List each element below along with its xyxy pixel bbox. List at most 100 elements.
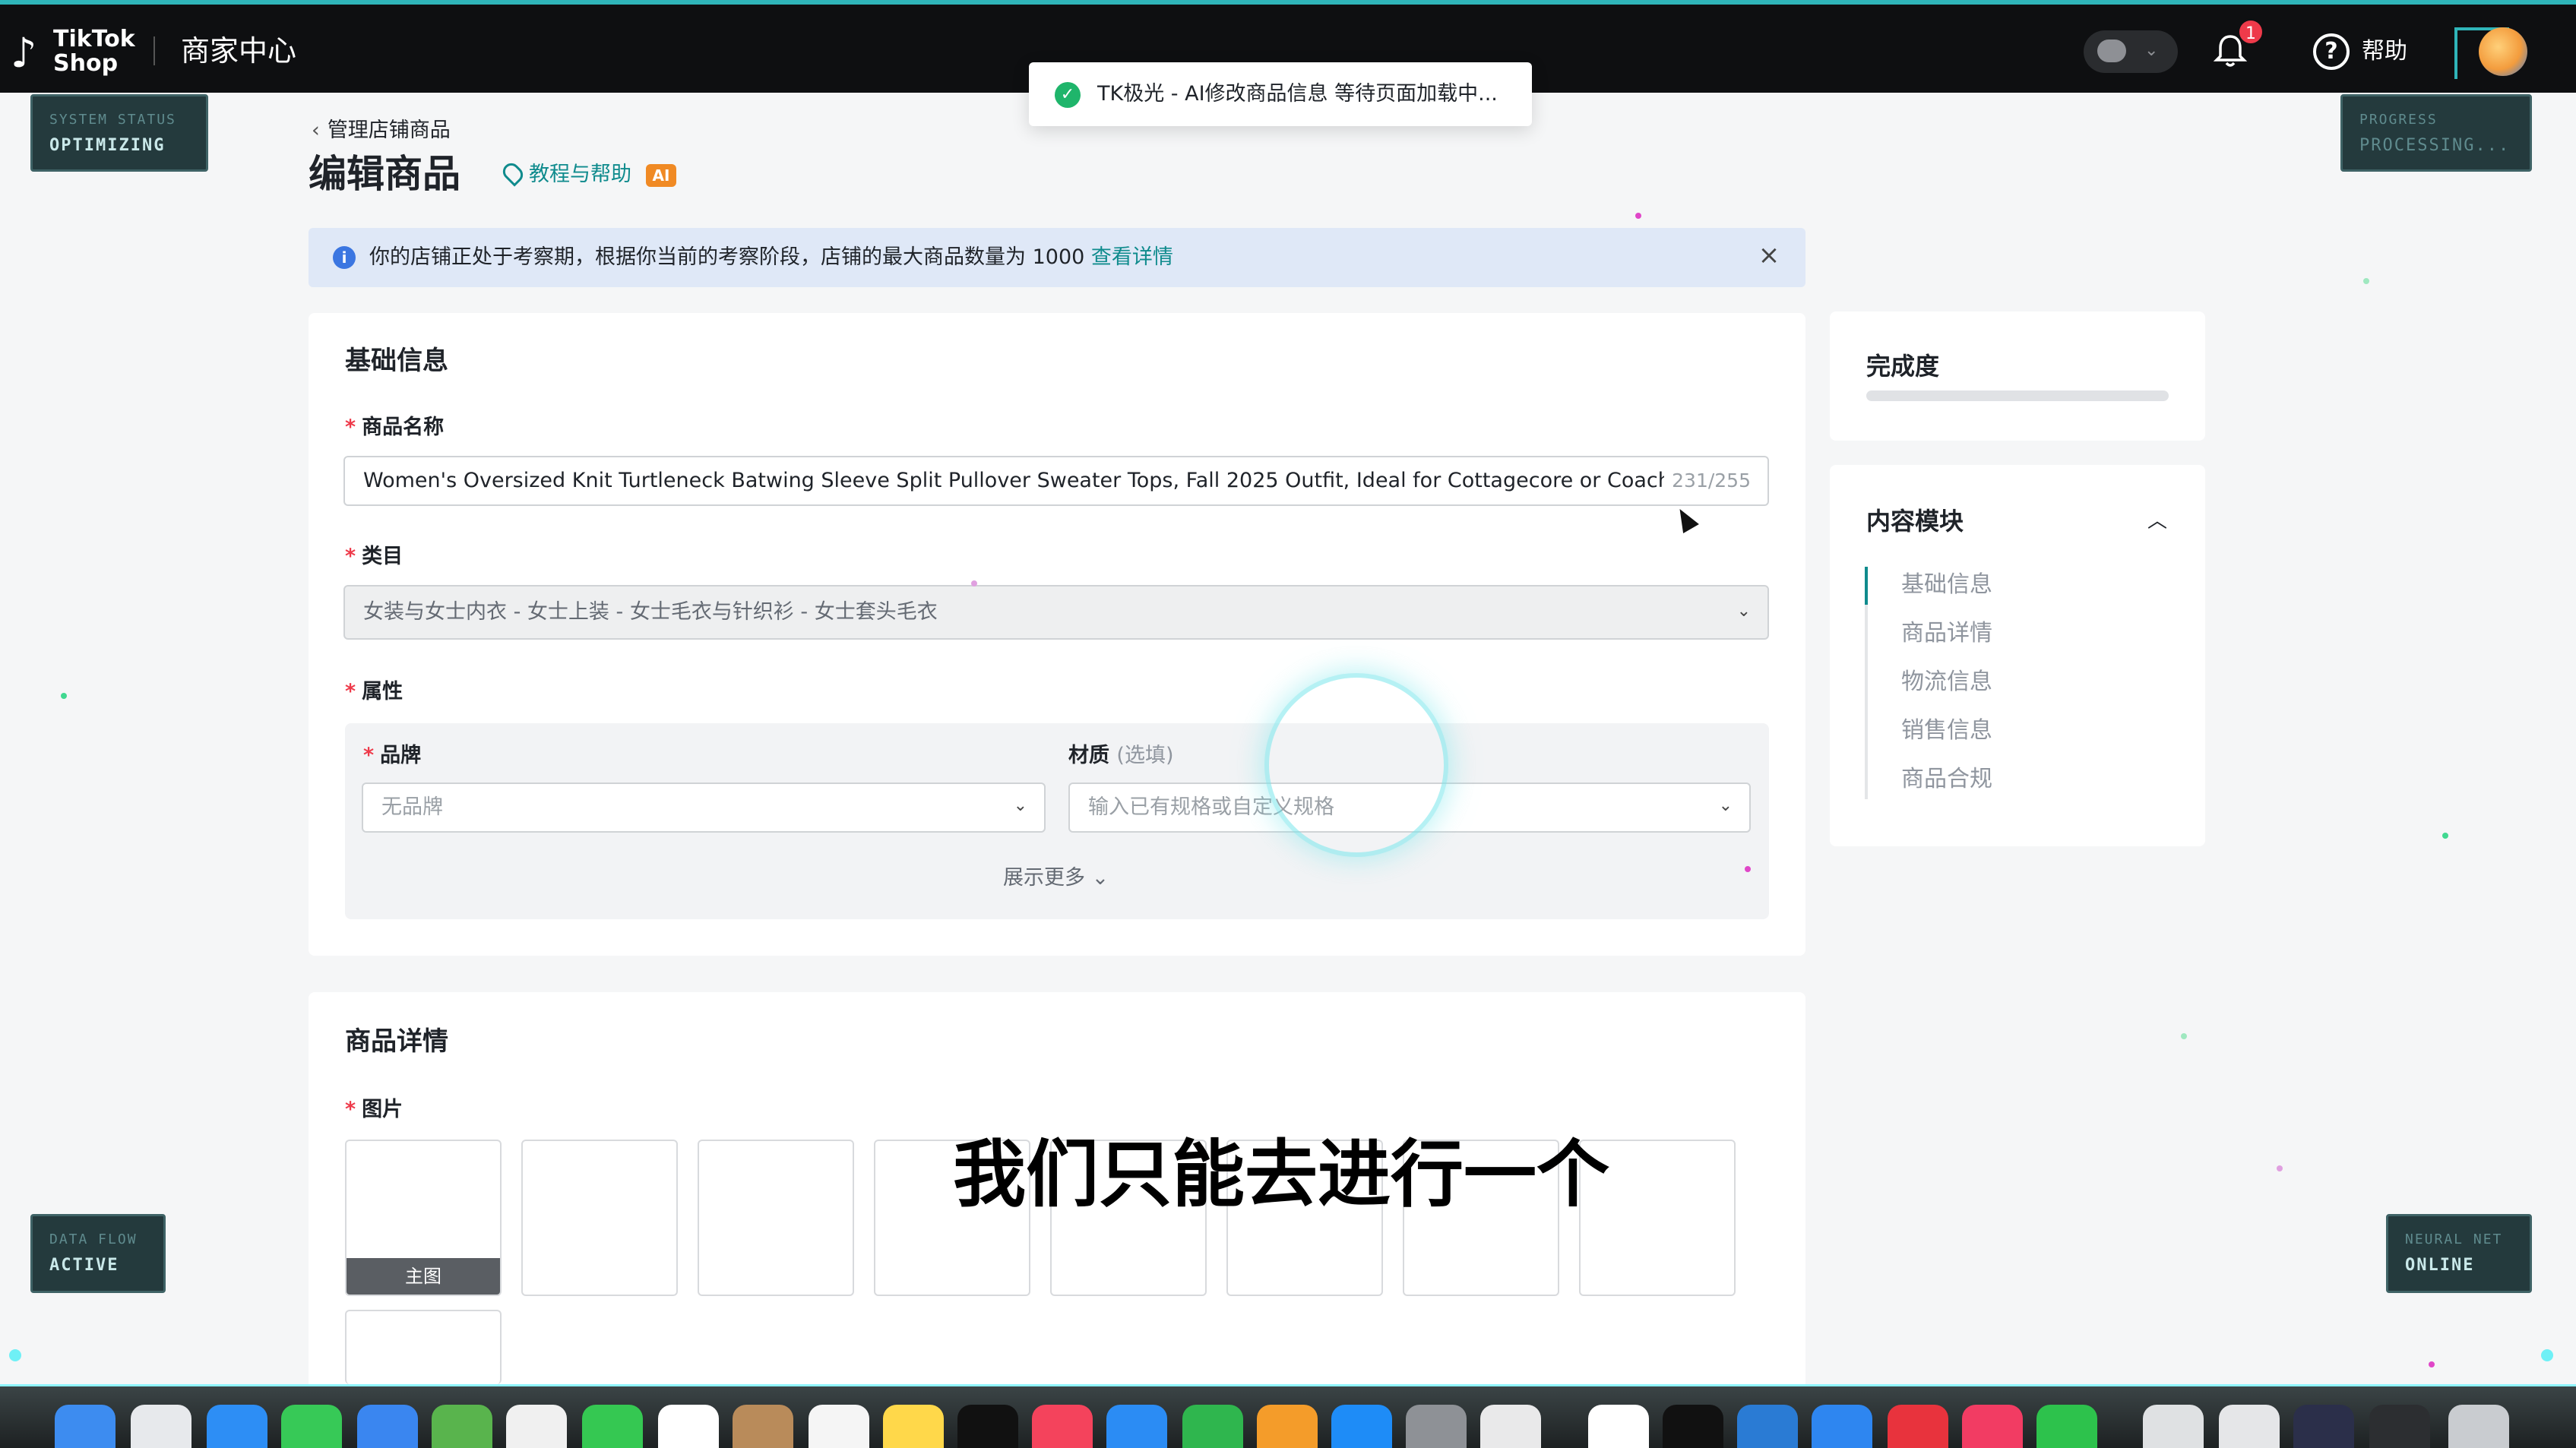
loading-ring — [1264, 673, 1448, 857]
app-icon[interactable] — [1962, 1405, 2023, 1448]
chevron-down-icon: ⌄ — [1718, 796, 1733, 815]
chevron-down-icon: ⌄ — [1736, 602, 1751, 621]
keynote-icon[interactable] — [1106, 1405, 1167, 1448]
toc-item-sales[interactable]: 销售信息 — [1901, 714, 1992, 748]
toast-text: TK极光 - AI修改商品信息 等待页面加载中... — [1097, 82, 1498, 106]
hud-label: NEURAL NET — [2405, 1231, 2503, 1247]
hud-value: ACTIVE — [49, 1256, 119, 1275]
image-slot[interactable] — [521, 1140, 678, 1296]
page-title: 编辑商品 — [309, 152, 460, 196]
iphone-mirroring-icon[interactable] — [1480, 1405, 1541, 1448]
facetime-icon[interactable] — [582, 1405, 643, 1448]
numbers-icon[interactable] — [1182, 1405, 1243, 1448]
tiktok-note-icon: ♪ — [11, 29, 37, 77]
toc-item-basic-info[interactable]: 基础信息 — [1901, 568, 1992, 602]
tutorial-help-label[interactable]: 教程与帮助 — [529, 163, 631, 186]
notes-icon[interactable] — [883, 1405, 944, 1448]
trash-icon[interactable] — [2448, 1405, 2509, 1448]
chevron-down-icon: ⌄ — [1091, 866, 1109, 890]
vscode-icon[interactable] — [1737, 1405, 1798, 1448]
wechat-icon[interactable] — [2036, 1405, 2097, 1448]
seller-center-title: 商家中心 — [181, 34, 297, 68]
netease-music-icon[interactable] — [1888, 1405, 1948, 1448]
view-details-link[interactable]: 查看详情 — [1091, 245, 1173, 269]
char-counter: 231/255 — [1664, 457, 1751, 504]
product-name-value: Women's Oversized Knit Turtleneck Batwin… — [363, 469, 1701, 492]
launchpad-icon[interactable] — [131, 1405, 191, 1448]
sparkle-dot — [9, 1349, 21, 1361]
toc-item-compliance[interactable]: 商品合规 — [1901, 763, 1992, 796]
category-select[interactable]: 女装与女士内衣 - 女士上装 - 女士毛衣与针织衫 - 女士套头毛衣 ⌄ — [343, 585, 1769, 640]
loading-toast: ✓ TK极光 - AI修改商品信息 等待页面加载中... — [1029, 62, 1532, 126]
sparkle-dot — [1745, 866, 1751, 872]
image-slot[interactable] — [698, 1140, 854, 1296]
capcut-icon[interactable] — [1663, 1405, 1723, 1448]
help-icon[interactable]: ? — [2313, 33, 2350, 70]
breadcrumb[interactable]: ‹ 管理店铺商品 — [312, 117, 451, 144]
hud-label: SYSTEM STATUS — [49, 112, 176, 128]
dock-window-thumbnail[interactable] — [2143, 1405, 2204, 1448]
music-icon[interactable] — [1032, 1405, 1093, 1448]
image-slot[interactable] — [345, 1310, 502, 1384]
tutorial-help-link[interactable]: 教程与帮助 — [499, 160, 631, 190]
sparkle-dot — [2442, 833, 2448, 839]
attributes-label: * 属性 — [345, 680, 403, 703]
chevron-left-icon: ‹ — [312, 119, 320, 142]
hud-value: PROCESSING... — [2359, 136, 2511, 155]
progress-hud: PROGRESS PROCESSING... — [2340, 94, 2532, 172]
logo-line-1: TikTok — [53, 26, 135, 52]
main-image-tag: 主图 — [347, 1258, 500, 1295]
safari-icon[interactable] — [207, 1405, 267, 1448]
dock-window-thumbnail[interactable] — [2369, 1405, 2430, 1448]
completeness-title: 完成度 — [1866, 352, 1940, 381]
sparkle-dot — [2541, 1349, 2553, 1361]
help-link[interactable]: 帮助 — [2362, 35, 2407, 68]
chrome-icon[interactable] — [1588, 1405, 1649, 1448]
dock-window-thumbnail[interactable] — [2219, 1405, 2280, 1448]
message-dropdown[interactable]: ⌄ — [2084, 30, 2178, 73]
brand-select[interactable]: 无品牌 ⌄ — [362, 782, 1046, 833]
content-modules-title: 内容模块 — [1866, 507, 1964, 536]
reminders-icon[interactable] — [809, 1405, 869, 1448]
chat-bubble-icon — [2097, 40, 2126, 62]
info-icon: i — [333, 246, 356, 269]
pages-icon[interactable] — [1257, 1405, 1318, 1448]
macos-dock — [0, 1384, 2576, 1448]
toc-item-product-details[interactable]: 商品详情 — [1901, 617, 1992, 650]
completeness-progress — [1866, 390, 2169, 401]
messages-icon[interactable] — [281, 1405, 342, 1448]
toc-item-logistics[interactable]: 物流信息 — [1901, 666, 1992, 699]
images-label: * 图片 — [345, 1098, 403, 1121]
calendar-icon[interactable] — [658, 1405, 719, 1448]
contacts-icon[interactable] — [733, 1405, 793, 1448]
check-circle-icon: ✓ — [1055, 82, 1081, 108]
basic-info-title: 基础信息 — [345, 346, 448, 376]
maps-icon[interactable] — [432, 1405, 492, 1448]
brand-label: * 品牌 — [363, 744, 422, 767]
photos-icon[interactable] — [506, 1405, 567, 1448]
close-icon[interactable]: × — [1752, 239, 1786, 272]
finder-icon[interactable] — [55, 1405, 116, 1448]
system-settings-icon[interactable] — [1406, 1405, 1467, 1448]
show-more-button[interactable]: 展示更多 ⌄ — [1003, 863, 1109, 893]
brand-placeholder: 无品牌 — [381, 795, 443, 819]
chevron-up-icon[interactable]: ︿ — [2147, 504, 2167, 538]
image-slot-main[interactable]: 主图 — [345, 1140, 502, 1296]
video-subtitle: 我们只能去进行一个 — [953, 1132, 1609, 1217]
sparkle-dot — [2277, 1165, 2283, 1171]
toc-active-indicator — [1865, 567, 1868, 605]
apple-tv-icon[interactable] — [957, 1405, 1018, 1448]
category-value: 女装与女士内衣 - 女士上装 - 女士毛衣与针织衫 - 女士套头毛衣 — [363, 600, 938, 624]
tiktok-shop-logo[interactable]: ♪ TikTok Shop — [11, 26, 135, 79]
breadcrumb-link[interactable]: 管理店铺商品 — [328, 119, 451, 142]
avatar[interactable] — [2479, 27, 2527, 76]
material-label: 材质 (选填) — [1068, 744, 1174, 767]
app-store-icon[interactable] — [1331, 1405, 1392, 1448]
hud-value: ONLINE — [2405, 1256, 2475, 1275]
product-name-input[interactable]: Women's Oversized Knit Turtleneck Batwin… — [343, 456, 1769, 506]
mail-icon[interactable] — [357, 1405, 418, 1448]
app-icon[interactable] — [1812, 1405, 1872, 1448]
sparkle-dot — [1635, 213, 1641, 219]
chevron-down-icon: ⌄ — [2144, 41, 2159, 60]
dock-window-thumbnail[interactable] — [2293, 1405, 2354, 1448]
